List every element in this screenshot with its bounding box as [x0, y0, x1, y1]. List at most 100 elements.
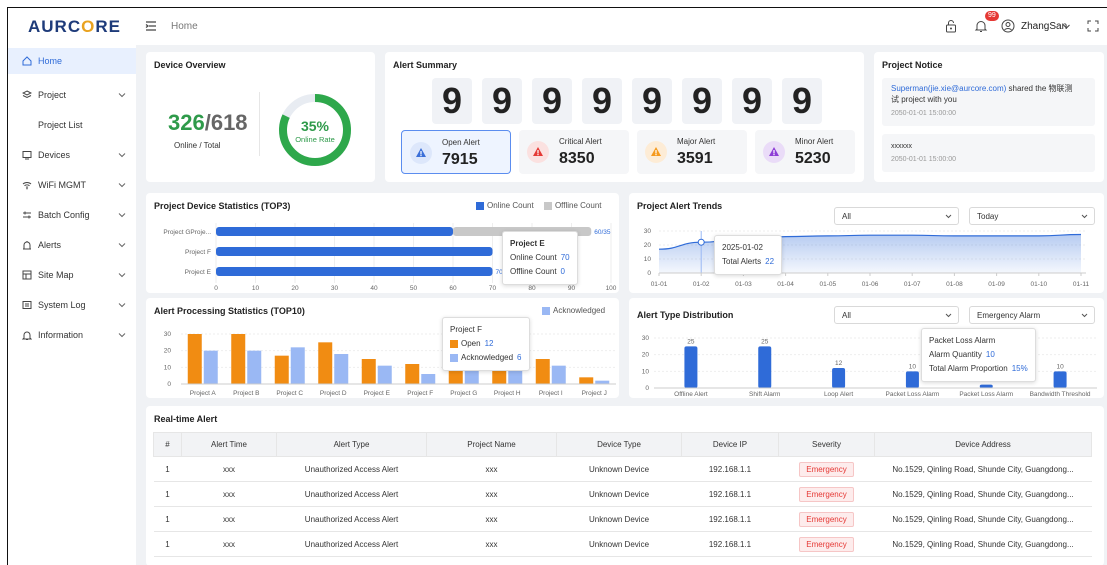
column-header[interactable]: Alert Type: [276, 432, 427, 457]
x-tick-label: 30: [331, 285, 339, 292]
bar-value-label: 60/35: [594, 229, 611, 236]
card-title: Project Device Statistics (TOP3): [154, 201, 291, 211]
severity-badge: Emergency: [799, 486, 854, 502]
tooltip-title: Project F: [450, 325, 483, 334]
time-filter-select[interactable]: Today: [969, 207, 1095, 225]
x-tick-label: 01-03: [735, 281, 752, 288]
column-header[interactable]: Device Type: [556, 432, 682, 457]
y-tick-label: 30: [644, 228, 652, 235]
bar-value-label: 25: [687, 338, 695, 345]
tooltip-label: Alarm Quantity: [929, 350, 982, 359]
x-tick-label: Packet Loss Alarm: [886, 391, 940, 398]
card-title: Alert Type Distribution: [637, 310, 734, 320]
table-row[interactable]: 1 xxx Unauthorized Access Alert xxx Unknown …: [153, 481, 1092, 507]
cell-alert-type: Unauthorized Access Alert: [276, 531, 427, 557]
x-tick-label: Offline Alert: [674, 391, 708, 398]
tooltip-value: 12: [484, 339, 494, 348]
open-bar: [318, 342, 333, 384]
fullscreen-icon[interactable]: [1086, 19, 1100, 33]
sidebar-item-home[interactable]: Home: [8, 48, 136, 74]
sidebar-item-alerts[interactable]: Alerts: [8, 232, 136, 258]
alert-box-label: Major Alert: [677, 137, 716, 146]
legend-swatch-online: [476, 201, 484, 210]
logo: AURCORE: [28, 17, 121, 36]
user-name[interactable]: ZhangSan: [1021, 21, 1067, 32]
table-row[interactable]: 1 xxx Unauthorized Access Alert xxx Unknown …: [153, 506, 1092, 532]
tooltip-value: 70: [560, 253, 570, 262]
x-tick-label: 01-10: [1030, 281, 1047, 288]
x-tick-label: Project A: [190, 390, 217, 397]
chevron-down-icon: [118, 273, 126, 278]
sidebar-item-wifi-mgmt[interactable]: WiFi MGMT: [8, 172, 136, 198]
notice-time: 2050-01-01 15:00:00: [891, 156, 956, 163]
project-filter-select[interactable]: All: [834, 207, 959, 225]
column-header[interactable]: Severity: [778, 432, 875, 457]
alert-type-distribution-card: Alert Type Distribution All Emergency Al…: [629, 298, 1104, 398]
column-header[interactable]: Project Name: [426, 432, 557, 457]
column-header[interactable]: Device Address: [874, 432, 1092, 457]
cell-device-type: Unknown Device: [556, 506, 682, 532]
column-header[interactable]: Device IP: [681, 432, 779, 457]
sidebar-item-project[interactable]: Project: [8, 82, 136, 108]
bell-icon[interactable]: [974, 19, 988, 33]
critical-alert-box[interactable]: Critical Alert 8350: [519, 130, 629, 174]
sidebar-item-label: Project List: [38, 120, 83, 130]
sidebar-item-label: System Log: [38, 300, 86, 310]
top-bar: AURCORE Home 99 ZhangSan: [8, 8, 1107, 45]
cell-device-ip: 192.168.1.1: [681, 506, 779, 532]
sidebar-item-devices[interactable]: Devices: [8, 142, 136, 168]
minor-alert-box[interactable]: Minor Alert 5230: [755, 130, 855, 174]
sliders-icon: [23, 211, 31, 219]
card-title: Alert Processing Statistics (TOP10): [154, 306, 305, 316]
chevron-down-icon: [1081, 214, 1088, 219]
severity-filter-select[interactable]: Emergency Alarm: [969, 306, 1095, 324]
tooltip-value: 6: [517, 353, 522, 362]
cell-project-name: xxx: [426, 506, 557, 532]
chevron-down-icon: [118, 333, 126, 338]
y-tick-label: 30: [164, 331, 172, 338]
alert-processing-chart: 0 10 20 30 Project A Project B Project C Projec…: [164, 331, 616, 397]
table-row[interactable]: 1 xxx Unauthorized Access Alert xxx Unknown …: [153, 531, 1092, 557]
x-tick-label: 01-08: [946, 281, 963, 288]
column-header[interactable]: Alert Time: [181, 432, 277, 457]
sidebar-item-information[interactable]: Information: [8, 322, 136, 348]
cell-device-address: No.1529, Qinling Road, Shunde City, Guan…: [874, 456, 1092, 482]
project-filter-select[interactable]: All: [834, 306, 959, 324]
lock-icon[interactable]: [944, 19, 958, 33]
open-bar: [187, 334, 202, 384]
notice-link[interactable]: Superman(jie.xie@aurcore.com): [891, 84, 1006, 93]
cell-severity: Emergency: [778, 456, 875, 482]
notice-item[interactable]: Superman(jie.xie@aurcore.com) shared the…: [882, 78, 1095, 126]
sidebar-item-project-list[interactable]: Project List: [8, 112, 136, 138]
tooltip-title: Packet Loss Alarm: [929, 336, 996, 345]
notice-item[interactable]: xxxxxx 2050-01-01 15:00:00: [882, 134, 1095, 172]
device-stats-tooltip: Project E Online Count 70 Offline Count 0: [502, 231, 578, 285]
warning-icon: [410, 142, 432, 164]
sidebar-item-system-log[interactable]: System Log: [8, 292, 136, 318]
breadcrumb[interactable]: Home: [171, 21, 198, 32]
open-alert-box[interactable]: Open Alert 7915: [401, 130, 511, 174]
project-notice-card: Project Notice Superman(jie.xie@aurcore.…: [874, 52, 1104, 182]
online-rate-label: Online Rate: [295, 135, 335, 144]
tooltip-title: Project E: [510, 239, 545, 248]
table-row[interactable]: 1 xxx Unauthorized Access Alert xxx Unknown …: [153, 456, 1092, 482]
y-tick-label: 20: [642, 352, 650, 359]
cell-device-ip: 192.168.1.1: [681, 481, 779, 507]
online-total-count: 326/618: [168, 110, 248, 135]
tooltip-title: 2025-01-02: [722, 243, 763, 252]
sidebar-item-label: Devices: [38, 150, 71, 160]
open-bar: [274, 355, 289, 384]
major-alert-box[interactable]: Major Alert 3591: [637, 130, 747, 174]
alert-digit: 9: [682, 78, 722, 124]
column-header[interactable]: #: [153, 432, 182, 457]
online-bar: [216, 227, 453, 236]
cell-alert-time: xxx: [181, 506, 277, 532]
acknowledged-bar: [377, 365, 392, 384]
chevron-down-icon[interactable]: [1062, 22, 1071, 31]
sidebar-item-batch-config[interactable]: Batch Config: [8, 202, 136, 228]
cell-index: 1: [153, 481, 182, 507]
menu-toggle-icon[interactable]: [145, 20, 157, 32]
y-tick-label: 10: [642, 368, 650, 375]
user-avatar-icon[interactable]: [1001, 19, 1015, 33]
sidebar-item-site-map[interactable]: Site Map: [8, 262, 136, 288]
